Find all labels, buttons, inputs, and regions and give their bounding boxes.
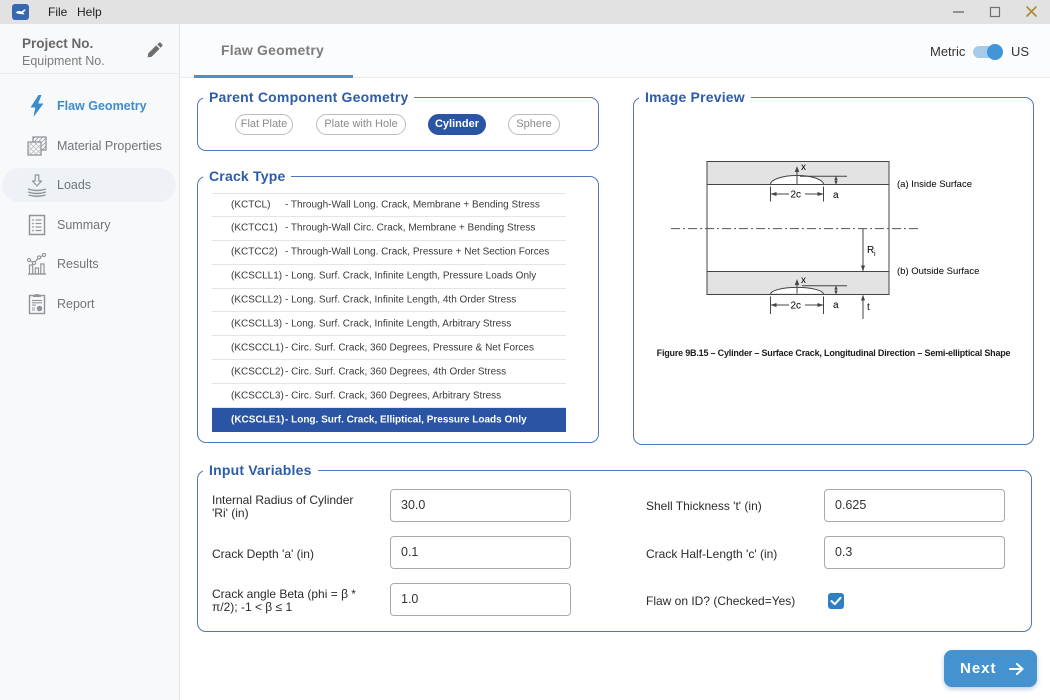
svg-text:t: t [867, 302, 870, 313]
svg-text:x: x [801, 162, 806, 173]
svg-text:(b) Outside Surface: (b) Outside Surface [897, 266, 979, 277]
svg-text:2c: 2c [791, 190, 802, 201]
svg-text:x: x [801, 275, 806, 286]
svg-text:a: a [833, 190, 839, 201]
svg-text:(a) Inside Surface: (a) Inside Surface [897, 179, 972, 190]
svg-text:a: a [833, 300, 839, 311]
svg-text:2c: 2c [791, 301, 802, 312]
